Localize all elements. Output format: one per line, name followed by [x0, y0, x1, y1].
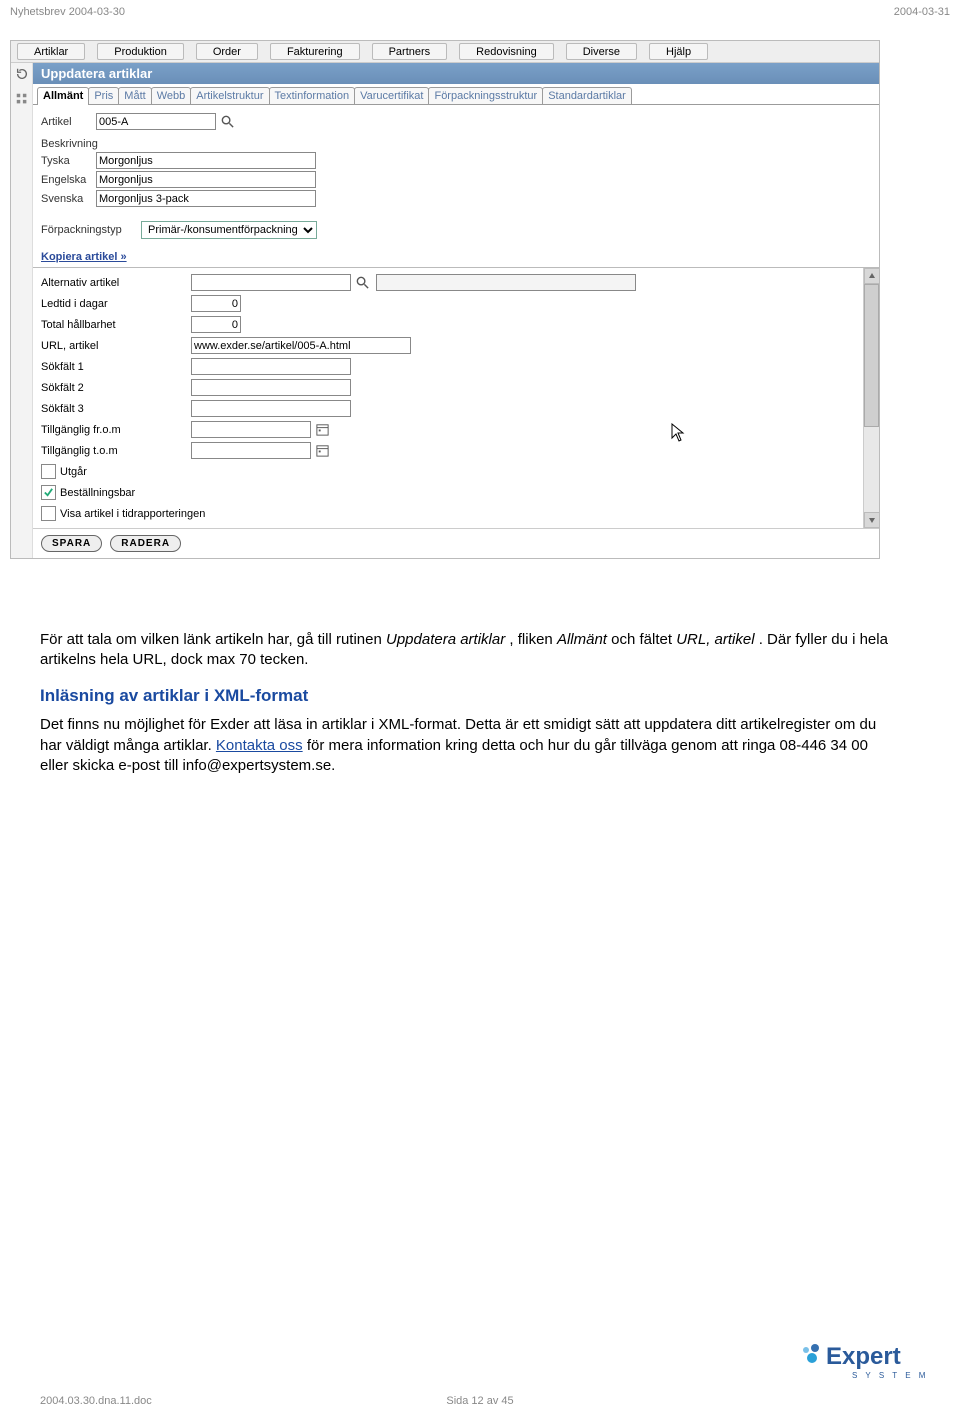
expert-systems-logo: Expert S Y S T E M S — [800, 1336, 930, 1389]
sok3-label: Sökfält 3 — [41, 403, 191, 415]
url-label: URL, artikel — [41, 340, 191, 352]
scrollbar[interactable] — [863, 268, 879, 528]
altartikel-label: Alternativ artikel — [41, 277, 191, 289]
menu-redovisning[interactable]: Redovisning — [459, 43, 554, 60]
tom-input[interactable] — [191, 442, 311, 459]
altartikel-input[interactable] — [191, 274, 351, 291]
article-body: För att tala om vilken länk artikeln har… — [40, 630, 900, 790]
forpackningstyp-select[interactable]: Primär-/konsumentförpackning — [141, 221, 317, 239]
sok3-input[interactable] — [191, 400, 351, 417]
altartikel-search-icon[interactable] — [355, 275, 370, 290]
tyska-input[interactable] — [96, 152, 316, 169]
sok1-input[interactable] — [191, 358, 351, 375]
sok1-label: Sökfält 1 — [41, 361, 191, 373]
app-window: Artiklar Produktion Order Fakturering Pa… — [10, 40, 880, 559]
radera-button[interactable]: RADERA — [110, 535, 181, 552]
url-input[interactable] — [191, 337, 411, 354]
tom-calendar-icon[interactable] — [315, 443, 330, 458]
hallbarhet-label: Total hållbarhet — [41, 319, 191, 331]
svg-text:Expert: Expert — [826, 1343, 901, 1370]
svenska-input[interactable] — [96, 190, 316, 207]
menu-diverse[interactable]: Diverse — [566, 43, 637, 60]
scroll-up-icon[interactable] — [864, 268, 880, 284]
menu-order[interactable]: Order — [196, 43, 258, 60]
section-heading: Inläsning av artiklar i XML-format — [40, 685, 900, 708]
svg-text:S Y S T E M S: S Y S T E M S — [852, 1371, 930, 1380]
tabstrip: Allmänt Pris Mått Webb Artikelstruktur T… — [33, 84, 879, 105]
artikel-label: Artikel — [41, 116, 96, 128]
engelska-label: Engelska — [41, 174, 96, 186]
header-right: 2004-03-31 — [894, 6, 950, 18]
tab-forpackningsstruktur[interactable]: Förpackningsstruktur — [428, 87, 543, 104]
menu-artiklar[interactable]: Artiklar — [17, 43, 85, 60]
artikel-search-icon[interactable] — [220, 114, 235, 129]
ledtid-input[interactable] — [191, 295, 241, 312]
visa-artikel-checkbox[interactable] — [41, 506, 56, 521]
tab-artikelstruktur[interactable]: Artikelstruktur — [190, 87, 269, 104]
paragraph-2: Det finns nu möjlighet för Exder att läs… — [40, 715, 900, 776]
tab-allmant[interactable]: Allmänt — [37, 87, 89, 104]
refresh-icon[interactable] — [15, 67, 29, 86]
tab-pris[interactable]: Pris — [88, 87, 119, 104]
from-label: Tillgänglig fr.o.m — [41, 424, 191, 436]
scroll-down-icon[interactable] — [864, 512, 880, 528]
ledtid-label: Ledtid i dagar — [41, 298, 191, 310]
tab-textinformation[interactable]: Textinformation — [269, 87, 356, 104]
tab-matt[interactable]: Mått — [118, 87, 151, 104]
utgar-label: Utgår — [60, 466, 87, 478]
left-gutter — [11, 63, 33, 558]
tab-varucertifikat[interactable]: Varucertifikat — [354, 87, 429, 104]
footer-left: 2004.03.30.dna.11.doc — [40, 1395, 152, 1407]
visa-artikel-label: Visa artikel i tidrapporteringen — [60, 508, 205, 520]
sok2-input[interactable] — [191, 379, 351, 396]
altartikel-readonly — [376, 274, 636, 291]
menu-fakturering[interactable]: Fakturering — [270, 43, 360, 60]
svenska-label: Svenska — [41, 193, 96, 205]
beskrivning-label: Beskrivning — [41, 138, 96, 150]
tab-webb[interactable]: Webb — [151, 87, 192, 104]
menu-partners[interactable]: Partners — [372, 43, 448, 60]
engelska-input[interactable] — [96, 171, 316, 188]
tyska-label: Tyska — [41, 155, 96, 167]
artikel-input[interactable] — [96, 113, 216, 130]
window-title: Uppdatera artiklar — [33, 63, 879, 84]
scroll-thumb[interactable] — [864, 284, 879, 427]
menu-hjalp[interactable]: Hjälp — [649, 43, 708, 60]
from-calendar-icon[interactable] — [315, 422, 330, 437]
forpackningstyp-label: Förpackningstyp — [41, 224, 141, 236]
footer-center: Sida 12 av 45 — [446, 1395, 513, 1407]
kopiera-artikel-link[interactable]: Kopiera artikel » — [41, 251, 127, 263]
from-input[interactable] — [191, 421, 311, 438]
cursor-icon — [671, 423, 685, 448]
spara-button[interactable]: SPARA — [41, 535, 102, 552]
utgar-checkbox[interactable] — [41, 464, 56, 479]
bestallningsbar-checkbox[interactable] — [41, 485, 56, 500]
hallbarhet-input[interactable] — [191, 316, 241, 333]
button-bar: SPARA RADERA — [33, 528, 879, 558]
menubar: Artiklar Produktion Order Fakturering Pa… — [11, 41, 879, 63]
kontakta-oss-link[interactable]: Kontakta oss — [216, 737, 303, 754]
bestallningsbar-label: Beställningsbar — [60, 487, 135, 499]
tab-standardartiklar[interactable]: Standardartiklar — [542, 87, 632, 104]
header-left: Nyhetsbrev 2004-03-30 — [10, 6, 125, 18]
tom-label: Tillgänglig t.o.m — [41, 445, 191, 457]
grid-icon[interactable] — [15, 92, 29, 111]
paragraph-1: För att tala om vilken länk artikeln har… — [40, 630, 900, 671]
menu-produktion[interactable]: Produktion — [97, 43, 184, 60]
sok2-label: Sökfält 2 — [41, 382, 191, 394]
